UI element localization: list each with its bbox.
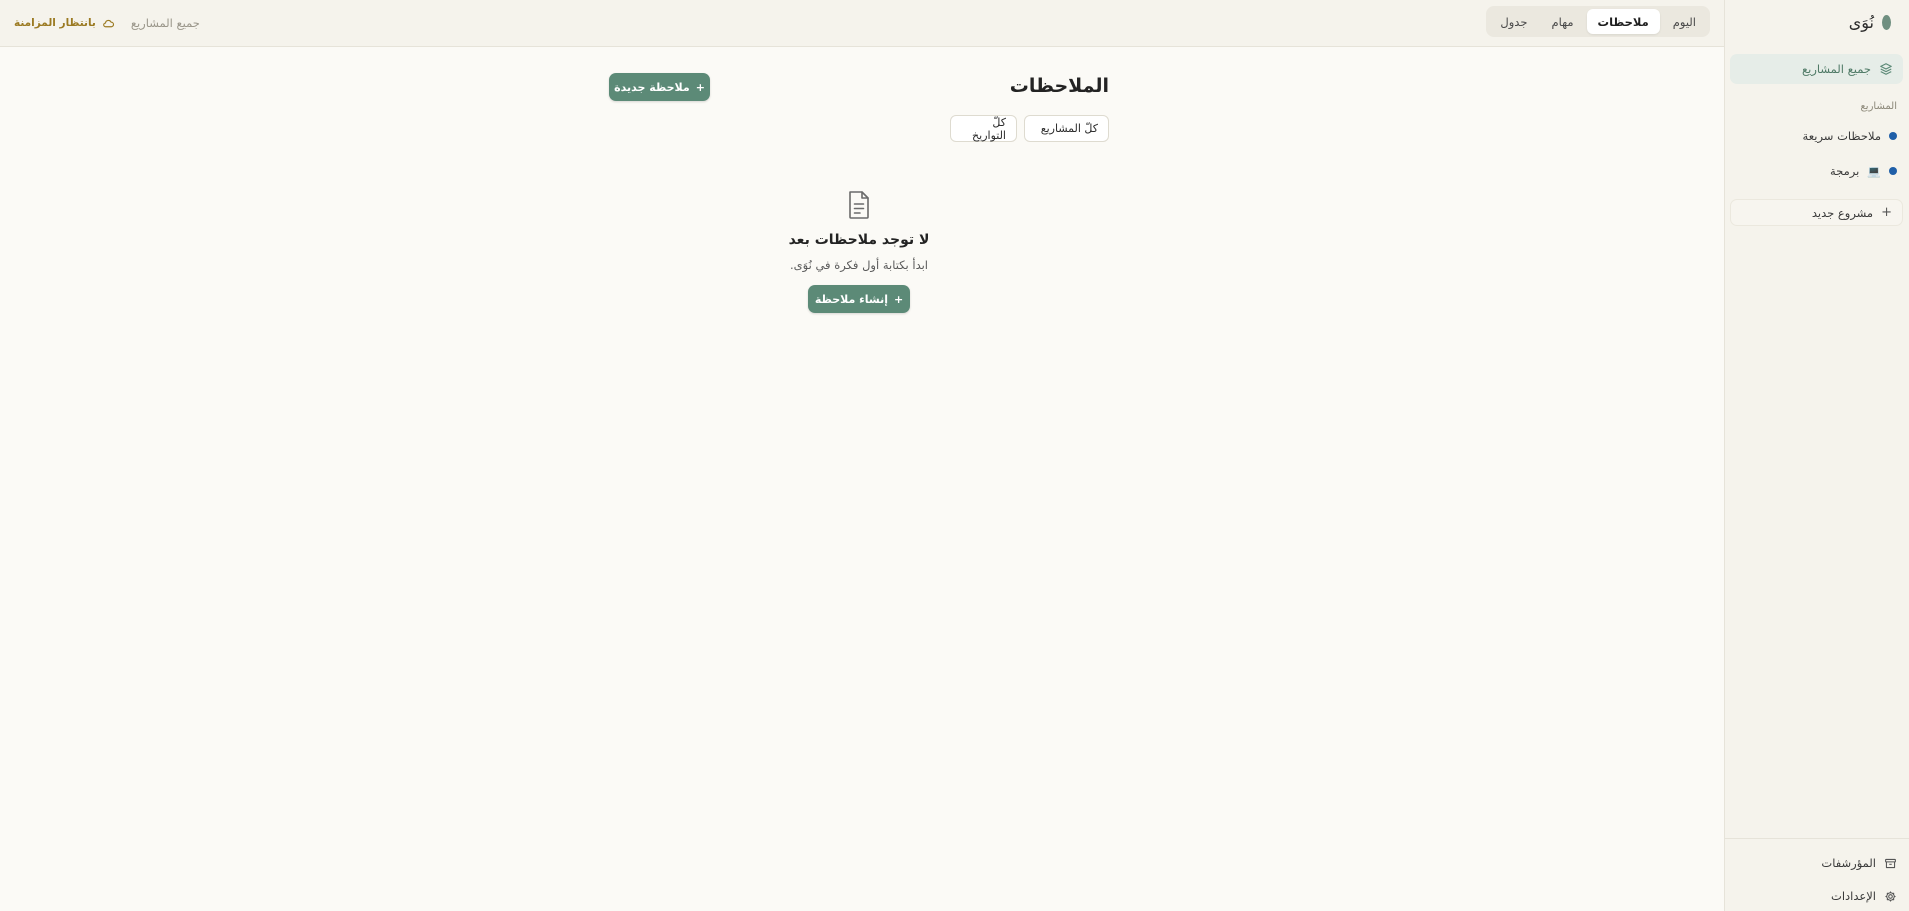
project-color-dot xyxy=(1889,167,1897,175)
empty-state: لا توجد ملاحظات بعد ابدأ بكتابة أول فكرة… xyxy=(779,190,939,313)
gear-icon xyxy=(1885,890,1896,902)
sidebar-item-label: ملاحظات سريعة xyxy=(1802,129,1881,143)
tab-schedule[interactable]: جدول xyxy=(1489,9,1538,34)
page-title: الملاحظات xyxy=(1009,75,1109,97)
sidebar-item-programming[interactable]: 💻 برمجة xyxy=(1737,161,1897,181)
settings-label: الإعدادات xyxy=(1831,889,1876,903)
archive-label: المؤرشفات xyxy=(1821,856,1876,870)
logo-icon xyxy=(1882,14,1891,30)
tab-today[interactable]: اليوم xyxy=(1662,9,1707,34)
projects-filter[interactable]: كلّ المشاريع xyxy=(1024,115,1109,142)
plus-icon: + xyxy=(893,292,904,306)
top-left-group: بانتظار المزامنة جميع المشاريع xyxy=(14,14,200,32)
cloud-icon xyxy=(103,19,114,27)
projects-filter-value: كلّ المشاريع xyxy=(1040,122,1098,135)
create-note-button[interactable]: + إنشاء ملاحظة xyxy=(808,285,910,313)
dates-filter-value: كلّ التواريخ xyxy=(972,115,1006,142)
top-bar: اليوم ملاحظات مهام جدول بانتظار المزامنة… xyxy=(0,0,1724,47)
sidebar-item-label: برمجة xyxy=(1830,164,1860,178)
create-note-label: إنشاء ملاحظة xyxy=(814,292,888,306)
plus-icon: + xyxy=(1881,205,1892,220)
dates-filter[interactable]: كلّ التواريخ xyxy=(950,115,1017,142)
sidebar: نُوَى جميع المشاريع المشاريع ملاحظات سري… xyxy=(1724,0,1909,911)
tab-tasks[interactable]: مهام xyxy=(1540,9,1584,34)
projects-section-label: المشاريع xyxy=(1860,101,1897,112)
sync-status[interactable]: بانتظار المزامنة xyxy=(14,17,115,30)
document-icon xyxy=(846,190,872,224)
sync-status-label: بانتظار المزامنة xyxy=(14,17,96,29)
app-root: نُوَى جميع المشاريع المشاريع ملاحظات سري… xyxy=(0,0,1909,911)
breadcrumb: جميع المشاريع xyxy=(130,16,200,30)
laptop-icon: 💻 xyxy=(1867,164,1881,178)
layers-icon xyxy=(1880,63,1892,75)
sidebar-item-label: جميع المشاريع xyxy=(1802,62,1871,76)
view-tabs: اليوم ملاحظات مهام جدول xyxy=(1486,6,1710,37)
new-project-label: مشروع جديد xyxy=(1811,205,1874,220)
empty-state-title: لا توجد ملاحظات بعد xyxy=(788,232,930,248)
new-note-label: ملاحظة جديدة xyxy=(614,80,690,94)
plus-icon: + xyxy=(695,80,705,94)
sidebar-item-settings[interactable]: الإعدادات xyxy=(1831,886,1897,906)
app-name: نُوَى xyxy=(1848,12,1874,32)
archive-icon xyxy=(1885,858,1896,868)
new-note-button[interactable]: + ملاحظة جديدة xyxy=(609,73,710,101)
empty-state-subtitle: ابدأ بكتابة أول فكرة في نُوَى. xyxy=(790,258,928,272)
sidebar-footer: المؤرشفات الإعدادات xyxy=(1724,838,1909,911)
new-project-button[interactable]: + مشروع جديد xyxy=(1730,199,1903,226)
sidebar-item-archive[interactable]: المؤرشفات xyxy=(1821,853,1897,873)
brand: نُوَى xyxy=(1849,12,1891,32)
sidebar-item-all-projects[interactable]: جميع المشاريع xyxy=(1730,54,1903,84)
project-color-dot xyxy=(1889,132,1897,140)
sidebar-item-quick-notes[interactable]: ملاحظات سريعة xyxy=(1737,126,1897,146)
tab-notes[interactable]: ملاحظات xyxy=(1586,9,1660,34)
